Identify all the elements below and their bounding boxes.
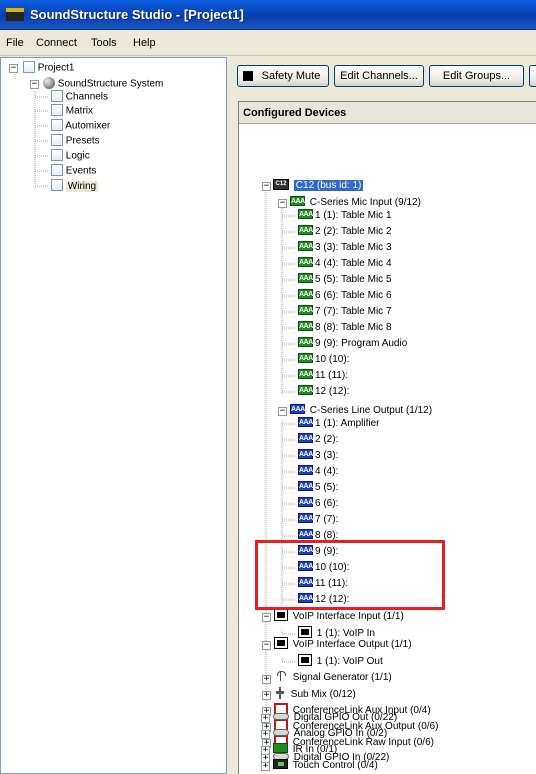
tree-item-channels[interactable]: Channels xyxy=(51,90,109,103)
ir-icon xyxy=(273,743,288,754)
expand-toggle[interactable]: + xyxy=(261,746,270,755)
safety-mute-label: Safety Mute xyxy=(261,70,321,82)
page-icon xyxy=(51,179,63,191)
tree-item-automixer[interactable]: Automixer xyxy=(51,119,111,132)
toolbar: Safety Mute Edit Channels... Edit Groups… xyxy=(233,57,536,97)
tree-analog-gpio-in-group[interactable]: Analog GPIO In (0/2) xyxy=(273,727,387,741)
page-icon xyxy=(51,90,63,102)
edit-channels-button[interactable]: Edit Channels... xyxy=(334,65,424,87)
system-icon xyxy=(43,77,55,89)
tree-item-logic[interactable]: Logic xyxy=(51,149,90,162)
page-icon xyxy=(51,164,63,176)
project-tree-pane: − Project1 − SoundStructure System Chann… xyxy=(0,57,227,774)
tree-project-label: Project1 xyxy=(37,62,75,74)
toolbar-overflow-button[interactable] xyxy=(529,65,536,87)
tree-ir-in-group[interactable]: IR In (0/1) xyxy=(273,743,337,757)
page-icon xyxy=(51,149,63,161)
expand-toggle[interactable]: + xyxy=(261,714,270,723)
touch-control-icon xyxy=(273,759,288,770)
tree-touch-control-group[interactable]: Touch Control (0/4) xyxy=(273,759,378,773)
page-icon xyxy=(51,104,63,116)
tree-project-root[interactable]: Project1 xyxy=(23,61,75,74)
tree-item-label: Presets xyxy=(65,135,100,147)
menu-help[interactable]: Help xyxy=(133,37,156,49)
menu-bar: File Connect Tools Help xyxy=(0,30,536,56)
tree-item-label: Wiring xyxy=(65,180,99,192)
group-label: Analog GPIO In (0/2) xyxy=(293,728,388,739)
group-label: IR In (0/1) xyxy=(292,744,338,755)
tree-item-label: Matrix xyxy=(65,105,94,117)
project-collapse-toggle[interactable]: − xyxy=(9,64,18,73)
menu-file[interactable]: File xyxy=(6,37,24,49)
page-icon xyxy=(51,119,63,131)
gpio-icon xyxy=(273,712,289,720)
device-tree-lower: + Digital GPIO Out (0/22) + Analog GPIO … xyxy=(238,101,536,774)
project-icon xyxy=(23,61,35,73)
tree-digital-gpio-out-group[interactable]: Digital GPIO Out (0/22) xyxy=(273,711,397,725)
tree-item-label: Automixer xyxy=(65,120,111,132)
tree-item-label: Channels xyxy=(65,91,109,103)
group-label: Digital GPIO Out (0/22) xyxy=(293,712,398,723)
safety-mute-button[interactable]: Safety Mute xyxy=(237,65,329,87)
title-bar: SoundStructure Studio - [Project1] xyxy=(0,0,536,30)
expand-toggle[interactable]: + xyxy=(261,762,270,771)
tree-item-label: Events xyxy=(65,165,97,177)
group-label: Touch Control (0/4) xyxy=(292,760,378,771)
tree-item-matrix[interactable]: Matrix xyxy=(51,104,94,117)
tree-item-events[interactable]: Events xyxy=(51,164,97,177)
window-title: SoundStructure Studio - [Project1] xyxy=(30,7,244,22)
edit-groups-button[interactable]: Edit Groups... xyxy=(429,65,524,87)
mute-indicator-icon xyxy=(243,71,253,81)
page-icon xyxy=(51,134,63,146)
tree-item-wiring[interactable]: Wiring xyxy=(51,179,99,192)
gpio-icon xyxy=(273,728,289,736)
tree-item-presets[interactable]: Presets xyxy=(51,134,100,147)
system-collapse-toggle[interactable]: − xyxy=(30,80,39,89)
menu-tools[interactable]: Tools xyxy=(91,37,117,49)
voip-highlight-box xyxy=(255,540,445,610)
tree-item-label: Logic xyxy=(65,150,90,162)
app-icon xyxy=(6,8,24,21)
menu-connect[interactable]: Connect xyxy=(36,37,77,49)
tree-system[interactable]: SoundStructure System xyxy=(43,77,164,90)
expand-toggle[interactable]: + xyxy=(261,730,270,739)
tree-system-label: SoundStructure System xyxy=(57,78,164,90)
